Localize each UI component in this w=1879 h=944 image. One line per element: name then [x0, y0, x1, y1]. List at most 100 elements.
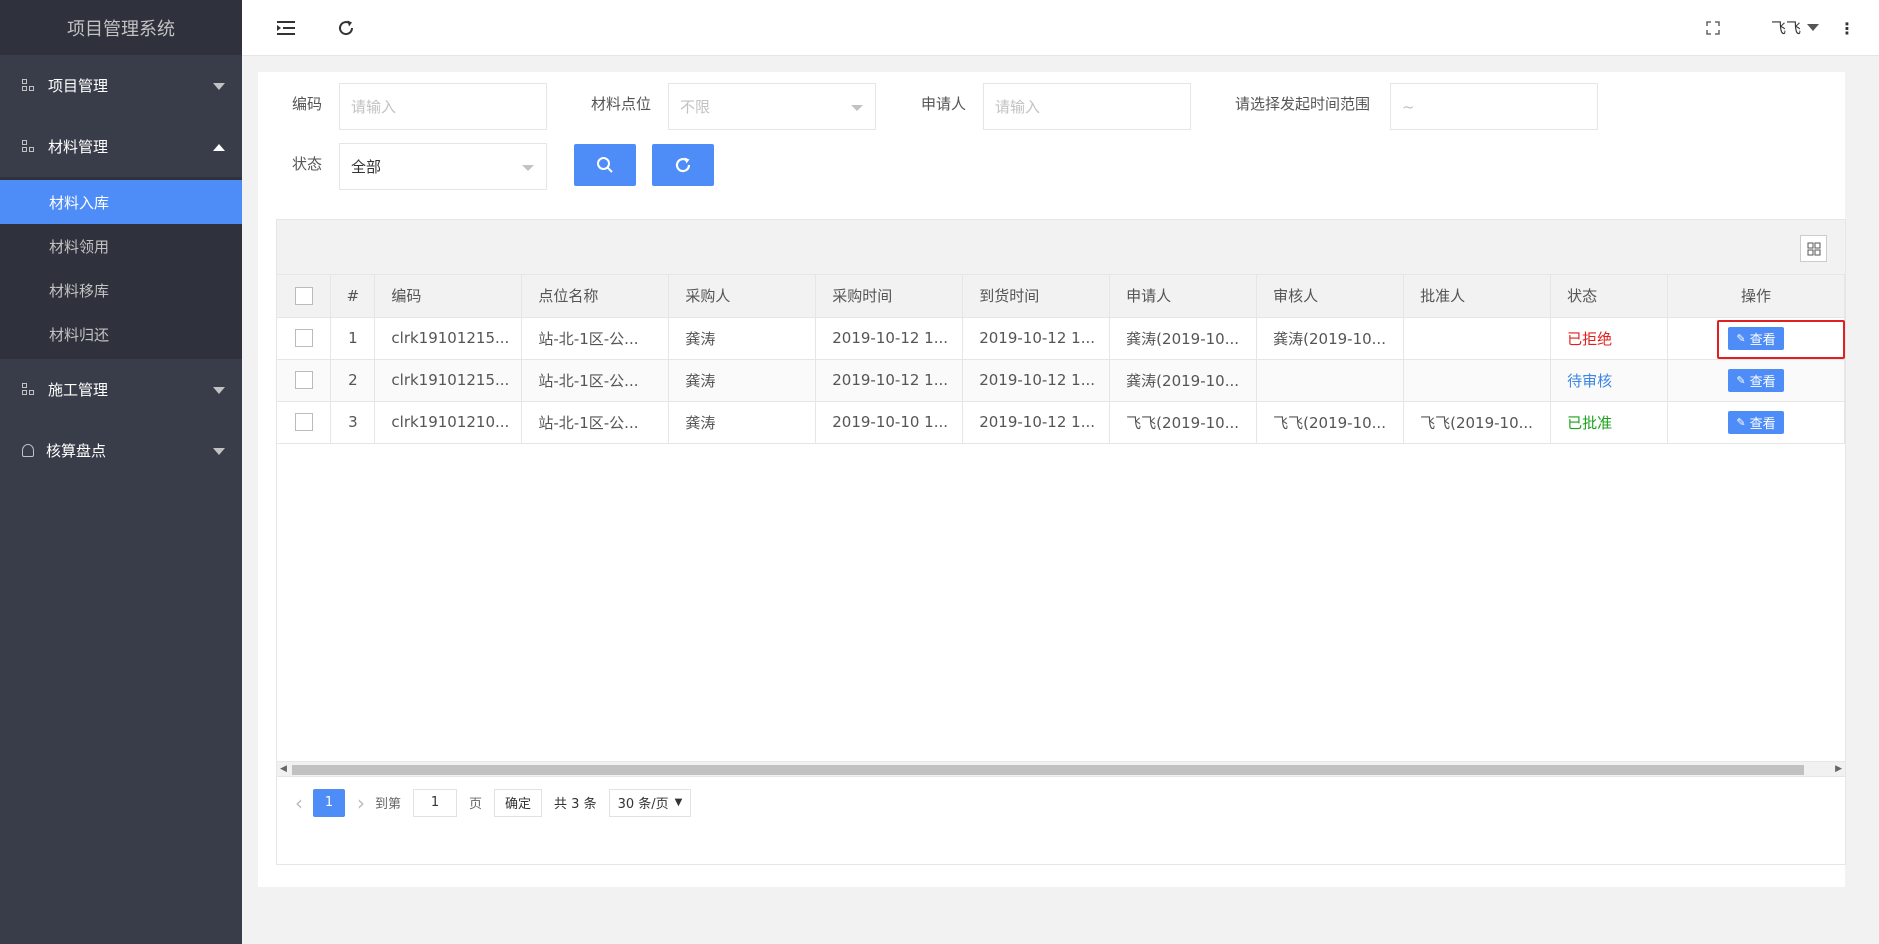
sidebar-item-material-transfer[interactable]: 材料移库 — [0, 268, 242, 312]
user-icon — [22, 444, 34, 457]
menu-item-project-management[interactable]: 项目管理 — [0, 55, 242, 116]
chevron-down-icon — [522, 165, 534, 171]
page-size-select[interactable]: 30 条/页 ▼ — [608, 788, 692, 817]
menu-label: 施工管理 — [48, 381, 109, 399]
cell-reviewer — [1256, 359, 1405, 402]
cell-status: 待审核 — [1550, 359, 1669, 402]
cell-applicant: 飞飞(2019-10... — [1109, 401, 1258, 444]
status-select[interactable]: 全部 — [339, 143, 547, 190]
edit-icon: ✎ — [1736, 415, 1746, 429]
menu-group-construction: 施工管理 — [0, 359, 242, 420]
cell-arrive-time: 2019-10-12 1... — [962, 401, 1111, 444]
menu-fold-icon[interactable] — [272, 14, 300, 42]
status-label: 状态 — [292, 155, 323, 173]
code-input[interactable]: 请输入 — [339, 83, 547, 130]
chevron-down-icon — [213, 82, 225, 90]
applicant-input[interactable]: 请输入 — [983, 83, 1191, 130]
menu-label: 核算盘点 — [46, 442, 107, 460]
app-title: 项目管理系统 — [0, 0, 242, 55]
col-header-location[interactable]: 点位名称 — [521, 275, 670, 318]
select-all-checkbox[interactable] — [294, 287, 313, 305]
cell-status: 已批准 — [1550, 401, 1669, 444]
sidebar-item-material-inbound[interactable]: 材料入库 — [0, 180, 242, 224]
search-button[interactable] — [574, 144, 636, 186]
table-grid: # 编码 点位名称 采购人 采购时间 到货时间 申请人 审核人 批准人 状态 操… — [277, 275, 1845, 444]
view-button[interactable]: ✎ 查看 — [1728, 410, 1784, 434]
table-toolbar — [277, 220, 1845, 275]
status-value: 全部 — [351, 158, 382, 176]
grid-icon — [22, 382, 36, 397]
menu-group-accounting: 核算盘点 — [0, 420, 242, 481]
chevron-down-icon — [213, 386, 225, 394]
col-header-buy-time[interactable]: 采购时间 — [815, 275, 964, 318]
sidebar-item-material-return[interactable]: 材料归还 — [0, 312, 242, 356]
cell-actions: ✎ 查看 — [1667, 401, 1845, 444]
cell-code: clrk19101210... — [374, 401, 523, 444]
cell-code: clrk19101215... — [374, 317, 523, 360]
horizontal-scrollbar[interactable]: ◀ ▶ — [277, 761, 1845, 776]
grid-icon — [22, 139, 36, 154]
sidebar-item-material-use[interactable]: 材料领用 — [0, 224, 242, 268]
col-header-reviewer[interactable]: 审核人 — [1256, 275, 1405, 318]
fullscreen-icon[interactable] — [1699, 14, 1727, 42]
select-all-cell — [277, 275, 332, 318]
cell-location: 站-北-1区-公... — [521, 317, 670, 360]
edit-icon: ✎ — [1736, 373, 1746, 387]
table-row[interactable]: 3 clrk19101210... 站-北-1区-公... 龚涛 2019-10… — [277, 401, 1845, 444]
topbar: 飞飞 ⋮ — [242, 0, 1879, 56]
user-menu[interactable]: 飞飞 — [1771, 17, 1819, 38]
page-current[interactable]: 1 — [313, 788, 345, 817]
next-page-icon[interactable]: › — [357, 791, 365, 815]
menu-item-construction-management[interactable]: 施工管理 — [0, 359, 242, 420]
row-index: 2 — [330, 359, 376, 402]
cell-code: clrk19101215... — [374, 359, 523, 402]
view-button[interactable]: ✎ 查看 — [1728, 368, 1784, 392]
cell-approver — [1403, 359, 1552, 402]
date-range-input[interactable]: ~ — [1390, 83, 1598, 130]
scroll-thumb[interactable] — [292, 765, 1804, 775]
scroll-right-icon[interactable]: ▶ — [1835, 764, 1842, 774]
cell-reviewer: 飞飞(2019-10... — [1256, 401, 1405, 444]
location-label: 材料点位 — [591, 95, 652, 113]
scroll-left-icon[interactable]: ◀ — [280, 764, 287, 774]
col-header-status[interactable]: 状态 — [1550, 275, 1669, 318]
caret-down-icon: ▼ — [674, 797, 683, 808]
prev-page-icon[interactable]: ‹ — [295, 791, 303, 815]
cell-location: 站-北-1区-公... — [521, 359, 670, 402]
chevron-down-icon — [1807, 24, 1819, 31]
reset-button[interactable] — [652, 144, 714, 186]
row-checkbox[interactable] — [294, 413, 313, 432]
col-header-code[interactable]: 编码 — [374, 275, 523, 318]
col-header-applicant[interactable]: 申请人 — [1109, 275, 1258, 318]
col-header-approver[interactable]: 批准人 — [1403, 275, 1552, 318]
menu-label: 材料管理 — [48, 138, 109, 156]
cell-arrive-time: 2019-10-12 1... — [962, 359, 1111, 402]
row-checkbox[interactable] — [294, 329, 313, 348]
more-vertical-icon[interactable]: ⋮ — [1833, 14, 1861, 42]
col-header-arrive-time[interactable]: 到货时间 — [962, 275, 1111, 318]
cell-buy-time: 2019-10-12 1... — [815, 359, 964, 402]
table-row[interactable]: 2 clrk19101215... 站-北-1区-公... 龚涛 2019-10… — [277, 359, 1845, 402]
cell-buyer: 龚涛 — [668, 359, 817, 402]
code-label: 编码 — [292, 95, 323, 113]
row-check-cell — [277, 359, 332, 402]
col-header-index: # — [330, 275, 376, 318]
sidebar: 项目管理系统 项目管理 材料管理 材料入库 材料领用 材料移库 材料归还 施工管… — [0, 0, 242, 944]
goto-page-input[interactable]: 1 — [413, 788, 458, 817]
location-select[interactable]: 不限 — [668, 83, 876, 130]
cell-applicant: 龚涛(2019-10... — [1109, 359, 1258, 402]
columns-filter-icon[interactable] — [1800, 235, 1827, 262]
col-header-buyer[interactable]: 采购人 — [668, 275, 817, 318]
row-checkbox[interactable] — [294, 371, 313, 390]
page-size-value: 30 条/页 — [617, 797, 669, 812]
data-table: # 编码 点位名称 采购人 采购时间 到货时间 申请人 审核人 批准人 状态 操… — [276, 219, 1846, 865]
submenu-material: 材料入库 材料领用 材料移库 材料归还 — [0, 177, 242, 359]
menu-item-material-management[interactable]: 材料管理 — [0, 116, 242, 177]
menu-item-accounting-inventory[interactable]: 核算盘点 — [0, 420, 242, 481]
goto-confirm-button[interactable]: 确定 — [494, 788, 543, 817]
refresh-icon[interactable] — [332, 14, 360, 42]
date-range-label: 请选择发起时间范围 — [1235, 95, 1371, 113]
cell-buy-time: 2019-10-12 1... — [815, 317, 964, 360]
table-row[interactable]: 1 clrk19101215... 站-北-1区-公... 龚涛 2019-10… — [277, 317, 1845, 360]
grid-icon — [22, 78, 36, 93]
